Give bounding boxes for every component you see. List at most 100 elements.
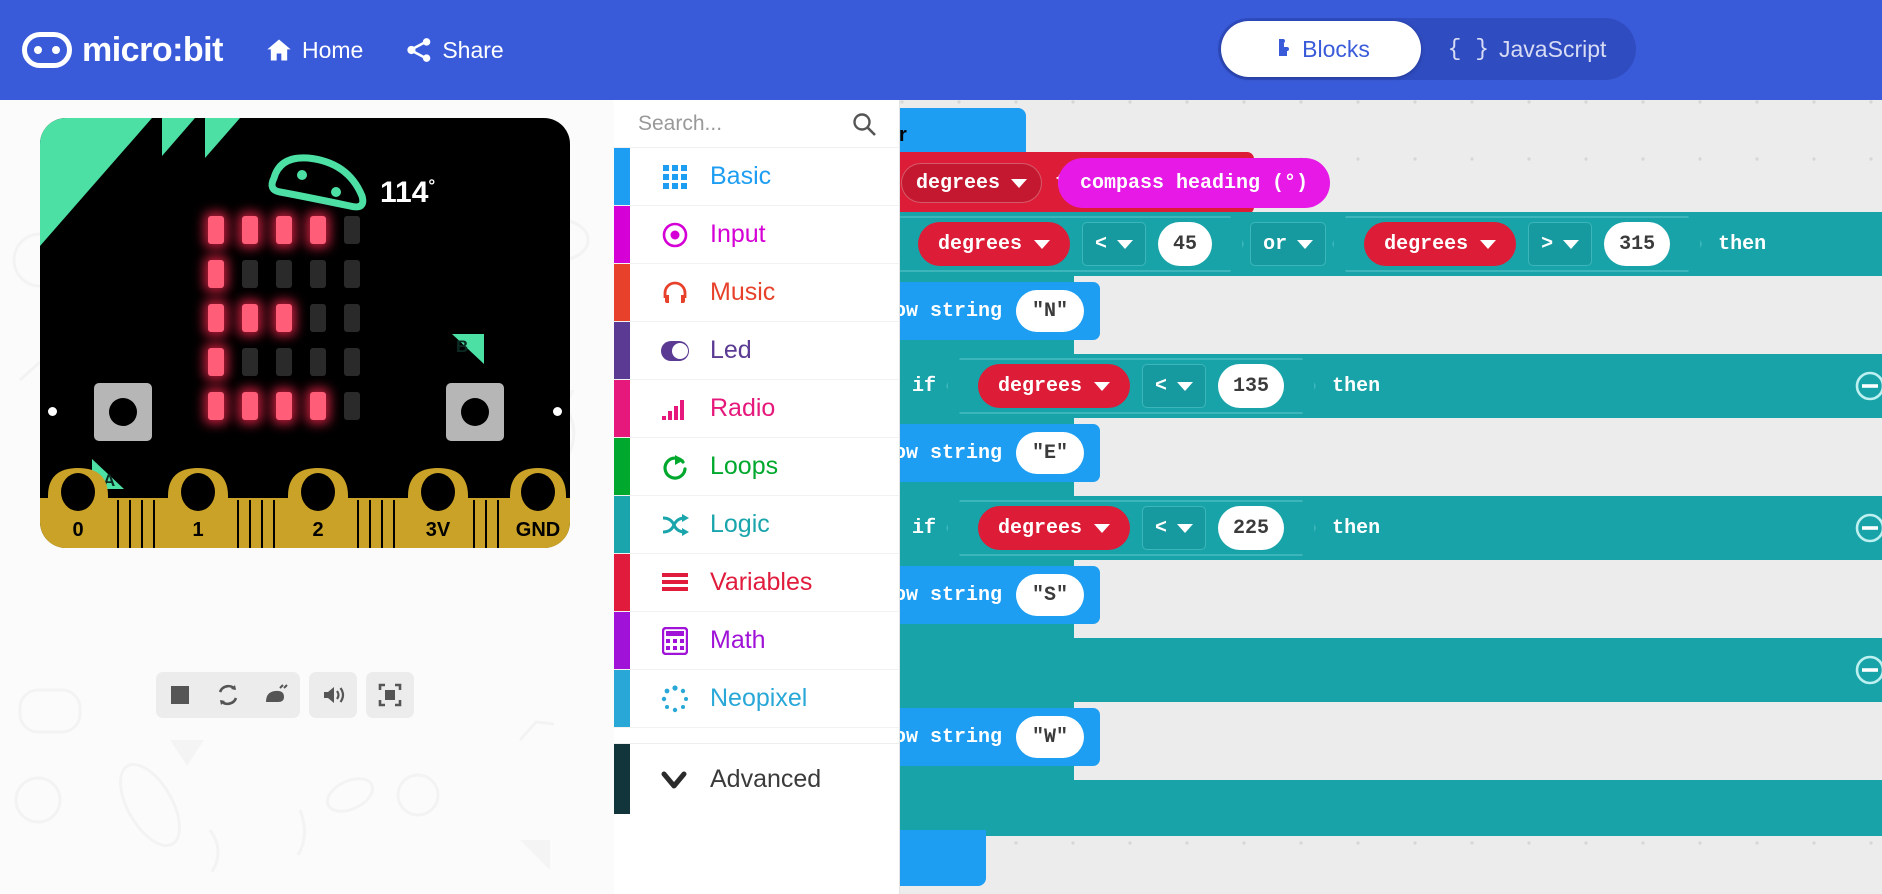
expand-icon [378, 683, 402, 707]
body-empty-area [1074, 418, 1882, 496]
conditional-body-row: show string "S" [900, 560, 1882, 638]
variable-reporter[interactable]: degrees [978, 506, 1130, 550]
comparison-operator-dropdown[interactable]: < [1082, 222, 1146, 266]
led-3-2 [276, 348, 292, 376]
brand-logo[interactable]: micro:bit [22, 32, 223, 68]
number-input[interactable]: 315 [1604, 222, 1670, 266]
compass-heading-reporter-block[interactable]: compass heading (°) [1058, 158, 1331, 208]
pin-label-0: 0 [72, 519, 83, 541]
stop-button[interactable] [156, 672, 204, 718]
conditional-header-row[interactable]: else if degrees < 135 then [900, 354, 1882, 418]
set-variable-name: degrees [916, 171, 1001, 195]
if-else-block[interactable]: if degrees < 45 or degrees > 315 then [900, 212, 1882, 836]
led-2-2 [276, 304, 292, 332]
button-b-label: B [452, 334, 484, 364]
pin-label-1: 1 [192, 519, 203, 541]
toolbox-category-loops[interactable]: Loops [614, 438, 899, 496]
comparison-block[interactable]: degrees < 45 [900, 216, 1244, 272]
string-input[interactable]: "N" [1016, 290, 1085, 332]
string-input[interactable]: "S" [1016, 574, 1085, 616]
chevron-down-icon [661, 771, 687, 789]
tab-blocks[interactable]: Blocks [1221, 21, 1421, 77]
remove-condition-button[interactable] [1854, 654, 1882, 686]
string-input[interactable]: "W" [1016, 716, 1085, 758]
tab-javascript[interactable]: { } JavaScript [1421, 21, 1633, 77]
led-0-4 [344, 216, 360, 244]
remove-condition-button[interactable] [1854, 370, 1882, 402]
microbit-board[interactable]: 114° A B 0 1 2 3V GND [40, 118, 570, 548]
toolbox-category-variables[interactable]: Variables [614, 554, 899, 612]
toolbox-category-basic[interactable]: Basic [614, 148, 899, 206]
toolbox-category-radio[interactable]: Radio [614, 380, 899, 438]
toolbox-category-math[interactable]: Math [614, 612, 899, 670]
number-input[interactable]: 225 [1218, 506, 1284, 550]
then-keyword: then [1718, 232, 1767, 256]
toolbox-category-neopixel[interactable]: Neopixel [614, 670, 899, 728]
comparison-block[interactable]: degrees < 135 [946, 358, 1316, 414]
category-color-stripe [614, 670, 630, 727]
variable-reporter[interactable]: degrees [1364, 222, 1516, 266]
led-2-3 [310, 304, 326, 332]
conditional-header-row[interactable]: else [900, 638, 1882, 702]
operator-symbol: < [1155, 516, 1168, 540]
comparison-operator-dropdown[interactable]: < [1142, 364, 1206, 408]
variable-reporter[interactable]: degrees [918, 222, 1070, 266]
nav-item-home[interactable]: Home [265, 36, 363, 64]
board-button-b[interactable] [446, 383, 504, 441]
led-0-0 [208, 216, 224, 244]
led-4-1 [242, 392, 258, 420]
chevron-down-icon [1480, 240, 1496, 249]
mute-button[interactable] [309, 672, 357, 718]
toolbox-category-label: Music [710, 278, 776, 306]
led-1-4 [344, 260, 360, 288]
remove-condition-button[interactable] [1854, 512, 1882, 544]
search-input[interactable] [638, 111, 838, 136]
category-color-stripe [614, 496, 630, 553]
toolbox-category-music[interactable]: Music [614, 264, 899, 322]
toolbox-category-list: Basic Input Music Led Radio Loops Logic Variabl… [614, 148, 899, 728]
logic-join-dropdown[interactable]: or [1250, 222, 1327, 266]
comparison-operator-dropdown[interactable]: > [1528, 222, 1592, 266]
comparison-block[interactable]: degrees < 225 [946, 500, 1316, 556]
toolbox-advanced-toggle[interactable]: Advanced [614, 744, 899, 814]
slow-motion-button[interactable] [252, 672, 300, 718]
led-2-0 [208, 304, 224, 332]
chevron-down-icon [1034, 240, 1050, 249]
search-icon[interactable] [851, 111, 877, 137]
show-string-block[interactable]: show string "E" [900, 424, 1101, 482]
restart-button[interactable] [204, 672, 252, 718]
conditional-header-row[interactable]: else if degrees < 225 then [900, 496, 1882, 560]
led-matrix[interactable] [199, 208, 369, 428]
toolbox-category-label: Neopixel [710, 684, 808, 712]
pin-dot-left [48, 407, 57, 416]
variable-name: degrees [1384, 232, 1469, 256]
nav-item-share[interactable]: Share [405, 36, 504, 64]
led-4-2 [276, 392, 292, 420]
toolbox-category-input[interactable]: Input [614, 206, 899, 264]
board-button-a[interactable] [94, 383, 152, 441]
fullscreen-button[interactable] [366, 672, 414, 718]
number-input[interactable]: 45 [1158, 222, 1212, 266]
toolbox-category-label: Math [710, 626, 766, 654]
blocks-workspace[interactable]: forever set degrees to compass heading (… [900, 100, 1882, 894]
show-string-block[interactable]: show string "S" [900, 566, 1101, 624]
show-string-block[interactable]: show string "W" [900, 708, 1101, 766]
string-input[interactable]: "E" [1016, 432, 1085, 474]
comparison-operator-dropdown[interactable]: < [1142, 506, 1206, 550]
category-color-stripe [614, 380, 630, 437]
conditional-header-row[interactable]: if degrees < 45 or degrees > 315 then [900, 212, 1882, 276]
comparison-block[interactable]: degrees > 315 [1332, 216, 1702, 272]
toolbox-category-label: Logic [710, 510, 770, 538]
toolbox-category-led[interactable]: Led [614, 322, 899, 380]
compass-heading-value: 114 [380, 176, 429, 209]
add-condition-row [900, 780, 1882, 836]
show-string-block[interactable]: show string "N" [900, 282, 1101, 340]
set-variable-block[interactable]: set degrees to compass heading (°) [900, 152, 1331, 214]
minus-circle-icon [1855, 371, 1882, 401]
led-3-1 [242, 348, 258, 376]
variable-reporter[interactable]: degrees [978, 364, 1130, 408]
set-variable-dropdown[interactable]: degrees [901, 163, 1043, 203]
degree-symbol: ° [428, 176, 436, 195]
toolbox-category-logic[interactable]: Logic [614, 496, 899, 554]
number-input[interactable]: 135 [1218, 364, 1284, 408]
